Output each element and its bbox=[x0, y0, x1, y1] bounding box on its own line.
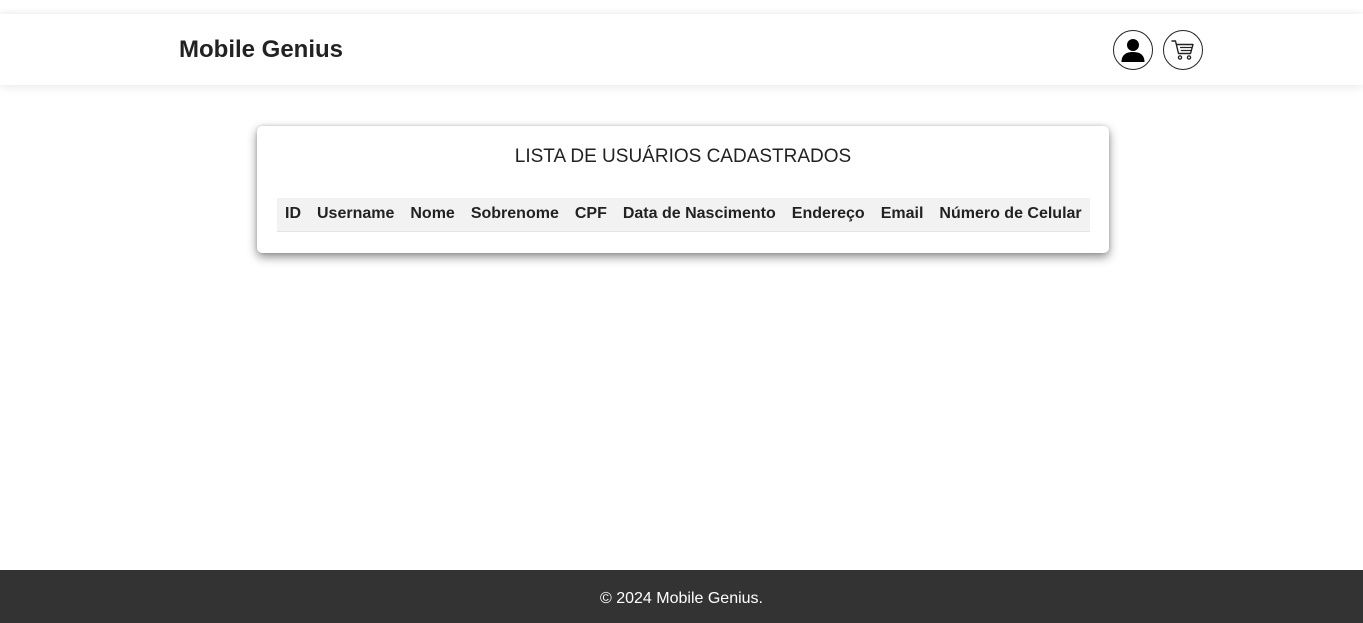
brand-logo[interactable]: Mobile Genius bbox=[179, 36, 343, 64]
footer-copyright: © 2024 Mobile Genius. bbox=[600, 590, 763, 607]
column-header-sobrenome: Sobrenome bbox=[462, 198, 567, 232]
page: Mobile Genius LISTA DE USUÁRIOS CADASTRA… bbox=[0, 0, 1363, 623]
cart-button[interactable] bbox=[1163, 30, 1203, 70]
site-footer: © 2024 Mobile Genius. bbox=[0, 570, 1363, 623]
site-header: Mobile Genius bbox=[0, 14, 1363, 85]
column-header-username: Username bbox=[309, 198, 403, 232]
users-list-card: LISTA DE USUÁRIOS CADASTRADOS ID Usernam… bbox=[257, 126, 1109, 253]
column-header-nome: Nome bbox=[402, 198, 463, 232]
page-title: LISTA DE USUÁRIOS CADASTRADOS bbox=[514, 146, 852, 167]
table-header-row: ID Username Nome Sobrenome CPF Data de N… bbox=[277, 198, 1090, 232]
column-header-data-nascimento: Data de Nascimento bbox=[614, 198, 784, 232]
column-header-email: Email bbox=[872, 198, 932, 232]
user-account-button[interactable] bbox=[1113, 30, 1153, 70]
user-icon bbox=[1121, 39, 1145, 62]
column-header-celular: Número de Celular bbox=[931, 198, 1090, 232]
column-header-id: ID bbox=[277, 198, 309, 232]
column-header-cpf: CPF bbox=[566, 198, 615, 232]
users-table: ID Username Nome Sobrenome CPF Data de N… bbox=[277, 198, 1090, 232]
cart-icon bbox=[1171, 40, 1194, 60]
column-header-endereco: Endereço bbox=[783, 198, 873, 232]
